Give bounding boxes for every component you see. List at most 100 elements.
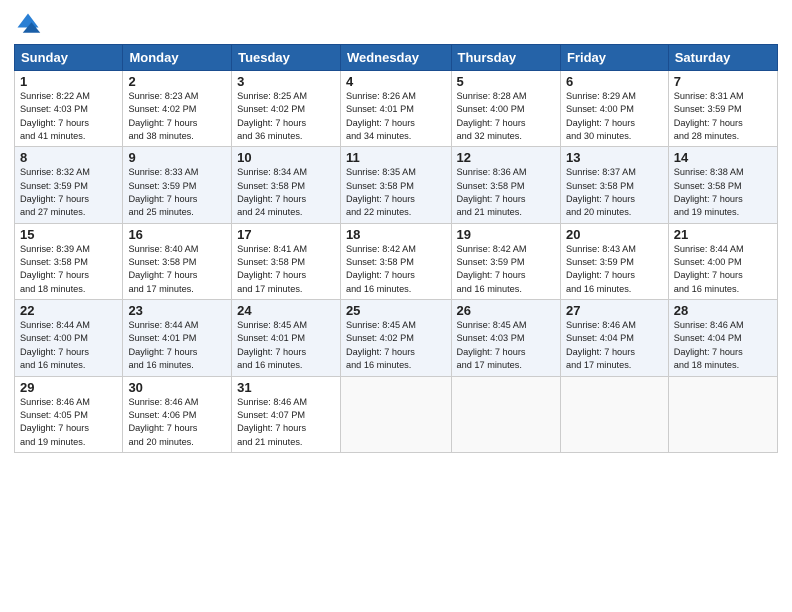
day-number: 20	[566, 227, 663, 242]
cell-details: Sunrise: 8:38 AM Sunset: 3:58 PM Dayligh…	[674, 166, 772, 219]
weekday-wednesday: Wednesday	[340, 45, 451, 71]
calendar-page: SundayMondayTuesdayWednesdayThursdayFrid…	[0, 0, 792, 612]
calendar-table: SundayMondayTuesdayWednesdayThursdayFrid…	[14, 44, 778, 453]
day-number: 9	[128, 150, 226, 165]
day-number: 27	[566, 303, 663, 318]
day-number: 16	[128, 227, 226, 242]
calendar-cell: 10Sunrise: 8:34 AM Sunset: 3:58 PM Dayli…	[232, 147, 341, 223]
logo	[14, 10, 46, 38]
cell-details: Sunrise: 8:46 AM Sunset: 4:04 PM Dayligh…	[674, 319, 772, 372]
calendar-cell: 24Sunrise: 8:45 AM Sunset: 4:01 PM Dayli…	[232, 300, 341, 376]
day-number: 6	[566, 74, 663, 89]
calendar-cell: 18Sunrise: 8:42 AM Sunset: 3:58 PM Dayli…	[340, 223, 451, 299]
week-row-5: 29Sunrise: 8:46 AM Sunset: 4:05 PM Dayli…	[15, 376, 778, 452]
day-number: 22	[20, 303, 117, 318]
calendar-cell: 28Sunrise: 8:46 AM Sunset: 4:04 PM Dayli…	[668, 300, 777, 376]
cell-details: Sunrise: 8:29 AM Sunset: 4:00 PM Dayligh…	[566, 90, 663, 143]
weekday-thursday: Thursday	[451, 45, 560, 71]
day-number: 17	[237, 227, 335, 242]
day-number: 5	[457, 74, 555, 89]
cell-details: Sunrise: 8:34 AM Sunset: 3:58 PM Dayligh…	[237, 166, 335, 219]
calendar-cell: 31Sunrise: 8:46 AM Sunset: 4:07 PM Dayli…	[232, 376, 341, 452]
day-number: 25	[346, 303, 446, 318]
day-number: 11	[346, 150, 446, 165]
cell-details: Sunrise: 8:32 AM Sunset: 3:59 PM Dayligh…	[20, 166, 117, 219]
day-number: 3	[237, 74, 335, 89]
day-number: 24	[237, 303, 335, 318]
cell-details: Sunrise: 8:40 AM Sunset: 3:58 PM Dayligh…	[128, 243, 226, 296]
cell-details: Sunrise: 8:39 AM Sunset: 3:58 PM Dayligh…	[20, 243, 117, 296]
calendar-cell: 17Sunrise: 8:41 AM Sunset: 3:58 PM Dayli…	[232, 223, 341, 299]
cell-details: Sunrise: 8:36 AM Sunset: 3:58 PM Dayligh…	[457, 166, 555, 219]
calendar-cell	[668, 376, 777, 452]
calendar-cell: 4Sunrise: 8:26 AM Sunset: 4:01 PM Daylig…	[340, 71, 451, 147]
week-row-4: 22Sunrise: 8:44 AM Sunset: 4:00 PM Dayli…	[15, 300, 778, 376]
weekday-friday: Friday	[560, 45, 668, 71]
day-number: 26	[457, 303, 555, 318]
calendar-cell: 21Sunrise: 8:44 AM Sunset: 4:00 PM Dayli…	[668, 223, 777, 299]
day-number: 31	[237, 380, 335, 395]
cell-details: Sunrise: 8:42 AM Sunset: 3:59 PM Dayligh…	[457, 243, 555, 296]
weekday-monday: Monday	[123, 45, 232, 71]
day-number: 8	[20, 150, 117, 165]
calendar-cell: 12Sunrise: 8:36 AM Sunset: 3:58 PM Dayli…	[451, 147, 560, 223]
calendar-cell: 26Sunrise: 8:45 AM Sunset: 4:03 PM Dayli…	[451, 300, 560, 376]
day-number: 21	[674, 227, 772, 242]
cell-details: Sunrise: 8:25 AM Sunset: 4:02 PM Dayligh…	[237, 90, 335, 143]
cell-details: Sunrise: 8:42 AM Sunset: 3:58 PM Dayligh…	[346, 243, 446, 296]
calendar-cell: 22Sunrise: 8:44 AM Sunset: 4:00 PM Dayli…	[15, 300, 123, 376]
day-number: 28	[674, 303, 772, 318]
weekday-header-row: SundayMondayTuesdayWednesdayThursdayFrid…	[15, 45, 778, 71]
day-number: 1	[20, 74, 117, 89]
cell-details: Sunrise: 8:23 AM Sunset: 4:02 PM Dayligh…	[128, 90, 226, 143]
page-header	[14, 10, 778, 38]
calendar-cell: 14Sunrise: 8:38 AM Sunset: 3:58 PM Dayli…	[668, 147, 777, 223]
calendar-cell: 7Sunrise: 8:31 AM Sunset: 3:59 PM Daylig…	[668, 71, 777, 147]
day-number: 13	[566, 150, 663, 165]
cell-details: Sunrise: 8:26 AM Sunset: 4:01 PM Dayligh…	[346, 90, 446, 143]
calendar-cell: 29Sunrise: 8:46 AM Sunset: 4:05 PM Dayli…	[15, 376, 123, 452]
cell-details: Sunrise: 8:45 AM Sunset: 4:02 PM Dayligh…	[346, 319, 446, 372]
cell-details: Sunrise: 8:46 AM Sunset: 4:04 PM Dayligh…	[566, 319, 663, 372]
cell-details: Sunrise: 8:44 AM Sunset: 4:00 PM Dayligh…	[674, 243, 772, 296]
cell-details: Sunrise: 8:43 AM Sunset: 3:59 PM Dayligh…	[566, 243, 663, 296]
cell-details: Sunrise: 8:41 AM Sunset: 3:58 PM Dayligh…	[237, 243, 335, 296]
day-number: 2	[128, 74, 226, 89]
calendar-cell: 15Sunrise: 8:39 AM Sunset: 3:58 PM Dayli…	[15, 223, 123, 299]
calendar-cell: 19Sunrise: 8:42 AM Sunset: 3:59 PM Dayli…	[451, 223, 560, 299]
day-number: 23	[128, 303, 226, 318]
cell-details: Sunrise: 8:46 AM Sunset: 4:06 PM Dayligh…	[128, 396, 226, 449]
calendar-cell: 30Sunrise: 8:46 AM Sunset: 4:06 PM Dayli…	[123, 376, 232, 452]
calendar-cell: 9Sunrise: 8:33 AM Sunset: 3:59 PM Daylig…	[123, 147, 232, 223]
day-number: 14	[674, 150, 772, 165]
cell-details: Sunrise: 8:35 AM Sunset: 3:58 PM Dayligh…	[346, 166, 446, 219]
cell-details: Sunrise: 8:44 AM Sunset: 4:00 PM Dayligh…	[20, 319, 117, 372]
calendar-cell: 27Sunrise: 8:46 AM Sunset: 4:04 PM Dayli…	[560, 300, 668, 376]
cell-details: Sunrise: 8:31 AM Sunset: 3:59 PM Dayligh…	[674, 90, 772, 143]
day-number: 4	[346, 74, 446, 89]
day-number: 30	[128, 380, 226, 395]
day-number: 19	[457, 227, 555, 242]
cell-details: Sunrise: 8:46 AM Sunset: 4:05 PM Dayligh…	[20, 396, 117, 449]
calendar-cell: 13Sunrise: 8:37 AM Sunset: 3:58 PM Dayli…	[560, 147, 668, 223]
day-number: 29	[20, 380, 117, 395]
calendar-cell: 5Sunrise: 8:28 AM Sunset: 4:00 PM Daylig…	[451, 71, 560, 147]
calendar-cell: 23Sunrise: 8:44 AM Sunset: 4:01 PM Dayli…	[123, 300, 232, 376]
week-row-2: 8Sunrise: 8:32 AM Sunset: 3:59 PM Daylig…	[15, 147, 778, 223]
weekday-tuesday: Tuesday	[232, 45, 341, 71]
calendar-cell: 16Sunrise: 8:40 AM Sunset: 3:58 PM Dayli…	[123, 223, 232, 299]
calendar-cell: 6Sunrise: 8:29 AM Sunset: 4:00 PM Daylig…	[560, 71, 668, 147]
calendar-cell: 3Sunrise: 8:25 AM Sunset: 4:02 PM Daylig…	[232, 71, 341, 147]
calendar-cell: 1Sunrise: 8:22 AM Sunset: 4:03 PM Daylig…	[15, 71, 123, 147]
logo-icon	[14, 10, 42, 38]
calendar-cell: 2Sunrise: 8:23 AM Sunset: 4:02 PM Daylig…	[123, 71, 232, 147]
week-row-3: 15Sunrise: 8:39 AM Sunset: 3:58 PM Dayli…	[15, 223, 778, 299]
week-row-1: 1Sunrise: 8:22 AM Sunset: 4:03 PM Daylig…	[15, 71, 778, 147]
cell-details: Sunrise: 8:37 AM Sunset: 3:58 PM Dayligh…	[566, 166, 663, 219]
day-number: 15	[20, 227, 117, 242]
cell-details: Sunrise: 8:44 AM Sunset: 4:01 PM Dayligh…	[128, 319, 226, 372]
cell-details: Sunrise: 8:33 AM Sunset: 3:59 PM Dayligh…	[128, 166, 226, 219]
weekday-sunday: Sunday	[15, 45, 123, 71]
cell-details: Sunrise: 8:45 AM Sunset: 4:01 PM Dayligh…	[237, 319, 335, 372]
cell-details: Sunrise: 8:22 AM Sunset: 4:03 PM Dayligh…	[20, 90, 117, 143]
